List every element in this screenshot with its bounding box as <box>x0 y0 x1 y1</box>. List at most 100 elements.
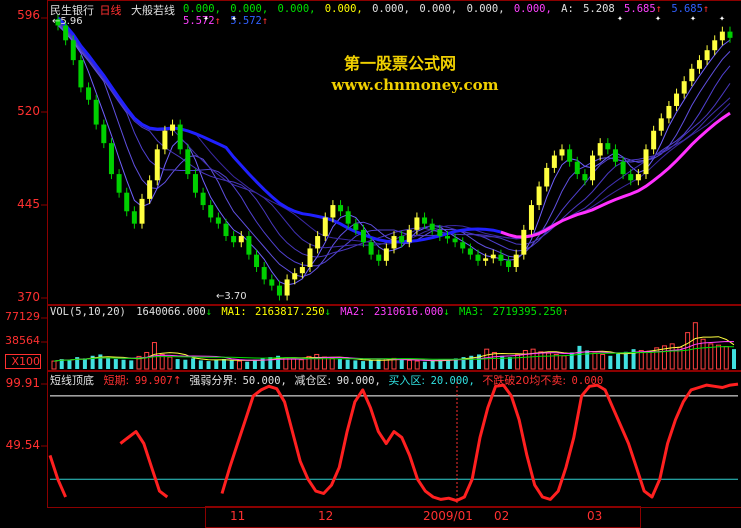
candle-body <box>467 248 473 255</box>
candle-body <box>719 31 725 41</box>
candle-body <box>147 180 153 199</box>
candle-body <box>475 254 481 261</box>
volume-bar <box>646 350 652 370</box>
volume-bar <box>507 357 512 369</box>
buy-value: 20.000, <box>430 375 475 387</box>
volume-bar <box>600 353 606 370</box>
candle-body <box>131 211 137 224</box>
candle-body <box>399 236 405 243</box>
volume-bar <box>106 357 111 369</box>
volume-bar <box>298 359 304 370</box>
candle-body <box>177 124 183 150</box>
price-tick-596: 596 <box>17 8 40 22</box>
volume-bar <box>175 359 180 369</box>
volume-bar <box>561 355 567 370</box>
candle-body <box>712 40 718 51</box>
candle-body <box>101 124 107 144</box>
indicator-value-6: 0.000, <box>419 3 458 15</box>
volume-bar <box>616 353 621 369</box>
price-tick-520: 520 <box>17 104 40 118</box>
candle-body <box>108 143 114 175</box>
indicator-name[interactable]: 大般若线 <box>131 4 175 17</box>
low-marker: ←3.70 <box>216 291 247 302</box>
volume-bar <box>608 355 613 369</box>
candle-body <box>307 248 313 268</box>
candle-body <box>215 217 221 224</box>
candle-body <box>628 174 634 181</box>
volume-bar <box>553 353 559 370</box>
oscillator-name[interactable]: 短线顶底 <box>50 374 94 387</box>
extra-value-3: 5.572 <box>183 15 215 27</box>
candle-body <box>528 205 534 230</box>
up-arrow-icon: ↑ <box>172 374 182 387</box>
vol-unit-x100: X100 <box>5 354 41 369</box>
candle-body <box>238 236 244 243</box>
slow-line-magenta <box>500 111 731 239</box>
candle-body <box>376 254 382 261</box>
candle-body <box>483 258 489 261</box>
volume-bar <box>592 352 598 370</box>
volume-bar <box>732 349 736 369</box>
candle-body <box>490 254 496 259</box>
candle-body <box>154 149 160 181</box>
price-tick-445: 445 <box>17 197 40 211</box>
short-term-line <box>48 382 739 503</box>
period-label[interactable]: 日线 <box>100 4 122 17</box>
volume-bar <box>113 359 118 369</box>
candle-body <box>124 192 130 212</box>
volume-bar <box>430 360 435 369</box>
candle-body <box>299 267 305 274</box>
volume-bar <box>144 351 150 370</box>
candle-body <box>635 174 641 181</box>
candle-body <box>86 87 92 100</box>
candle-body <box>139 198 145 224</box>
volume-bar <box>522 349 528 370</box>
candle-body <box>391 236 397 249</box>
volume-bar <box>623 351 628 369</box>
ma3-value: 2719395.250 <box>492 306 563 318</box>
indicator-value-7: 0.000, <box>466 3 505 15</box>
candle-body <box>651 130 657 150</box>
star-icon: ✦ <box>231 13 238 24</box>
a-value: 5.208 <box>583 3 615 15</box>
volume-bar <box>654 347 660 370</box>
indicator-value-5: 0.000, <box>372 3 410 15</box>
vol-tick-38564: 38564 <box>5 334 40 347</box>
x-tick-02: 02 <box>494 509 510 523</box>
strength-value: 50.000, <box>242 375 287 387</box>
volume-bar <box>268 357 273 369</box>
vol-label[interactable]: VOL(5,10,20) <box>50 306 126 318</box>
candle-body <box>322 217 328 237</box>
star-icon: ✦ <box>690 13 697 24</box>
star-icon: ✦ <box>203 13 210 24</box>
period-label: 短期: <box>103 374 130 387</box>
volume-bar <box>345 359 350 369</box>
candle-body <box>567 149 573 162</box>
volume-bar <box>82 358 87 369</box>
candle-body <box>506 260 512 268</box>
up-arrow-icon: ↑ <box>702 3 710 15</box>
volume-bar <box>376 359 381 369</box>
volume-bar <box>51 360 57 370</box>
candle-body <box>536 186 542 206</box>
warn-value: 0.000 <box>571 375 604 387</box>
ma1-value: 2163817.250 <box>255 306 325 318</box>
candle-body <box>605 143 611 150</box>
candle-body <box>422 217 428 224</box>
period-value: 99.907 <box>134 375 173 387</box>
up-arrow-icon: ↑ <box>562 306 569 318</box>
candle-body <box>269 279 275 286</box>
volume-bar <box>121 359 126 369</box>
volume-bar <box>183 359 188 369</box>
a-label: A: <box>561 3 574 15</box>
volume-bar <box>638 349 644 370</box>
vol-tick-77129: 77129 <box>5 310 40 323</box>
candle-body <box>437 229 443 237</box>
down-arrow-icon: ↓ <box>324 306 331 318</box>
warn-label: 不跌破20均不卖: <box>482 374 567 387</box>
volume-bar <box>538 351 544 370</box>
candle-body <box>681 81 687 94</box>
candle-body <box>582 174 588 181</box>
candle-body <box>345 211 351 224</box>
candle-body <box>612 149 618 162</box>
